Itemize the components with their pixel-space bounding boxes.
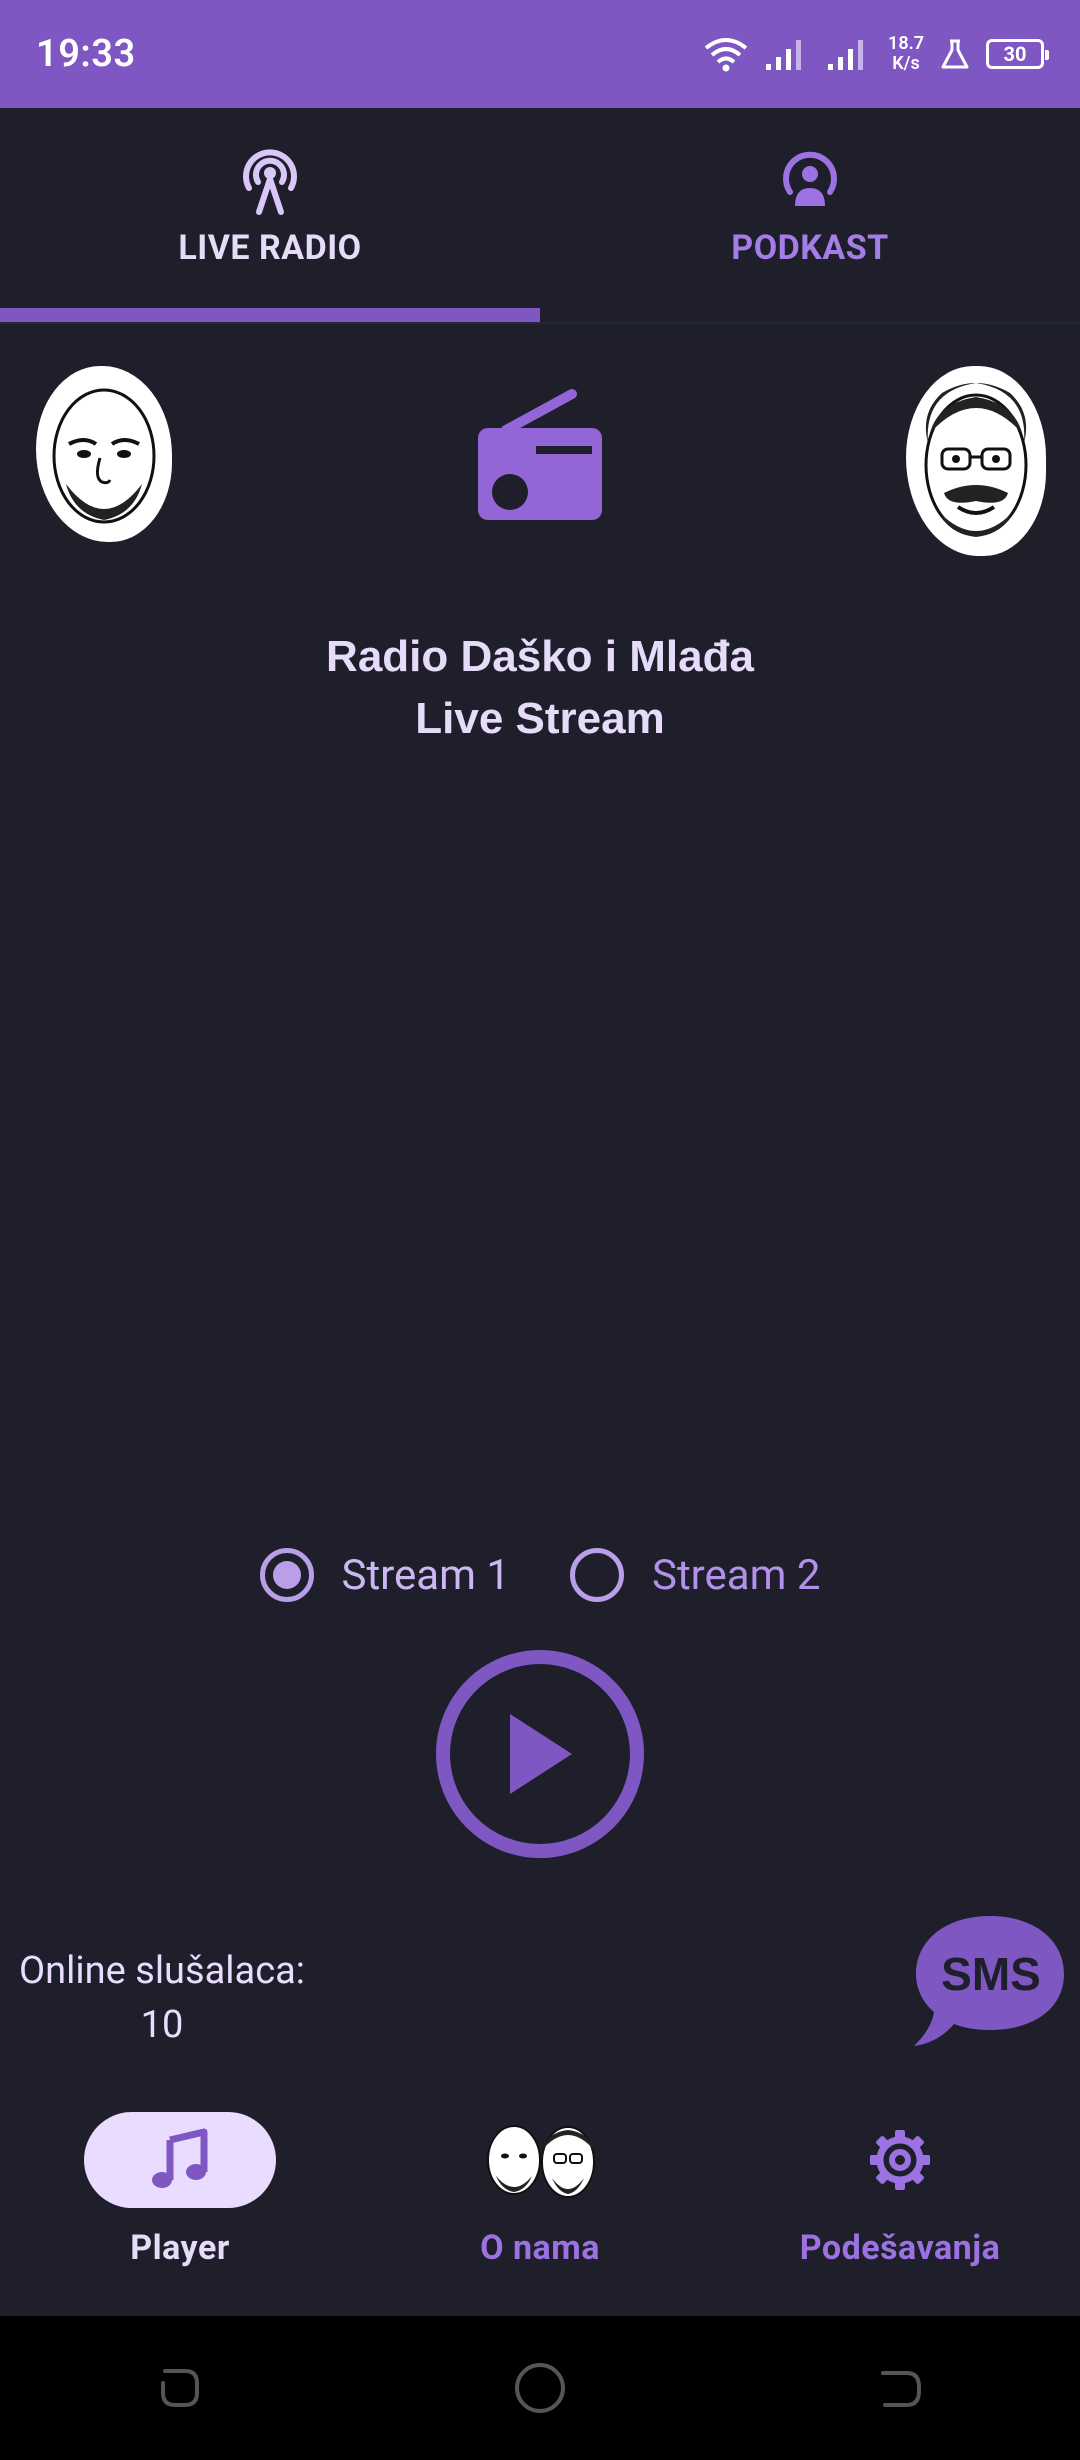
nav-podesavanja[interactable]: Podešavanja — [720, 2082, 1080, 2316]
battery-level: 30 — [1003, 42, 1027, 66]
radio-checked-icon — [259, 1548, 314, 1602]
network-speed-unit: K/s — [892, 53, 920, 74]
listener-count-label: Online slušalaca: — [19, 1949, 305, 1993]
nav-podesavanja-label: Podešavanja — [799, 2228, 1001, 2268]
radio-icon — [478, 389, 602, 520]
tab-live-radio-label: LIVE RADIO — [178, 228, 362, 268]
back-button[interactable] — [860, 2348, 940, 2428]
nav-podesavanja-pill — [804, 2112, 996, 2208]
nav-player[interactable]: Player — [0, 2082, 360, 2316]
host-right-portrait-icon — [924, 383, 1028, 537]
listener-count-value: 10 — [140, 2003, 184, 2047]
signal-icon — [828, 40, 864, 70]
signal-icon — [766, 40, 802, 70]
nav-player-label: Player — [130, 2228, 230, 2268]
station-title-line1: Radio Daško i Mlađa — [326, 632, 754, 681]
stream-2-radio[interactable]: Stream 2 — [570, 1548, 821, 1602]
tab-podkast[interactable]: PODKAST — [540, 108, 1080, 324]
nav-player-pill — [84, 2112, 276, 2208]
battery-icon: 30 — [986, 39, 1049, 69]
stream-1-label: Stream 1 — [341, 1550, 511, 1600]
sms-button[interactable]: SMS — [910, 1912, 1070, 2052]
tabs-divider — [0, 322, 1080, 324]
sms-bubble-icon: SMS — [914, 1916, 1064, 2046]
stream-2-label: Stream 2 — [652, 1550, 821, 1600]
status-icons: 18.7 K/s 30 — [704, 34, 1049, 74]
podcast-icon — [783, 151, 837, 206]
hosts-faces-icon — [487, 2125, 595, 2198]
host-left-portrait-icon — [52, 388, 156, 524]
home-circle-icon — [515, 2363, 565, 2413]
wifi-icon — [704, 38, 748, 72]
top-tabs: LIVE RADIO PODKAST — [0, 108, 1080, 324]
broadcast-tower-icon — [243, 149, 297, 215]
play-button[interactable] — [436, 1650, 644, 1858]
nav-o-nama-pill — [444, 2112, 636, 2208]
stream-1-radio[interactable]: Stream 1 — [259, 1548, 511, 1602]
bottom-nav: Player O nama Podešavanja — [0, 2082, 1080, 2316]
back-icon — [881, 2371, 921, 2407]
network-speed: 18.7 K/s — [888, 34, 924, 74]
host-right-avatar — [906, 366, 1046, 556]
tab-podkast-label: PODKAST — [731, 228, 889, 268]
status-time: 19:33 — [36, 32, 136, 76]
recents-button[interactable] — [140, 2348, 220, 2428]
sms-label: SMS — [941, 1948, 1041, 2000]
listener-count: Online slušalaca: 10 — [14, 1944, 310, 2052]
gear-icon — [870, 2130, 930, 2190]
station-title: Radio Daško i Mlađa Live Stream — [0, 626, 1080, 750]
stream-selector: Stream 1 Stream 2 — [0, 1548, 1080, 1602]
station-title-line2: Live Stream — [415, 694, 665, 743]
network-speed-value: 18.7 — [888, 33, 924, 54]
music-note-icon — [152, 2128, 208, 2188]
home-button[interactable] — [500, 2348, 580, 2428]
tab-live-radio[interactable]: LIVE RADIO — [0, 108, 540, 324]
status-bar: 19:33 18.7 K/s 30 — [0, 0, 1080, 108]
host-left-avatar — [36, 366, 172, 542]
lab-flask-icon — [941, 39, 969, 69]
nav-o-nama-label: O nama — [480, 2228, 600, 2268]
play-icon — [510, 1714, 572, 1794]
radio-unchecked-icon — [570, 1548, 624, 1602]
recents-icon — [161, 2369, 199, 2407]
system-navigation-bar — [0, 2316, 1080, 2460]
nav-o-nama[interactable]: O nama — [360, 2082, 720, 2316]
